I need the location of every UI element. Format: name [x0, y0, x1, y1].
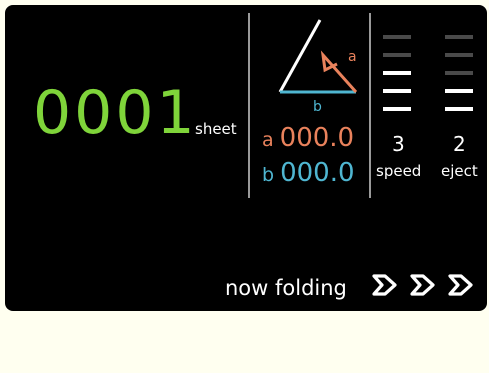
eject-label: eject — [441, 162, 478, 180]
eject-level-meter — [445, 35, 473, 123]
speed-level-bar — [383, 71, 411, 75]
fold-arrow-icon — [410, 274, 435, 296]
fold-arrow-icon — [372, 274, 397, 296]
speed-level-bar — [383, 35, 411, 39]
speed-level-bar — [383, 53, 411, 57]
measurement-b-tag: b — [262, 164, 275, 186]
divider-left — [248, 13, 250, 198]
measurement-b-value: 000.0 — [280, 158, 355, 188]
speed-value: 3 — [392, 132, 405, 156]
triangle-label-a: a — [348, 49, 357, 65]
speed-level-bar — [383, 89, 411, 93]
speed-level-meter — [383, 35, 411, 123]
speed-label: speed — [376, 162, 422, 180]
eject-level-bar — [445, 89, 473, 93]
eject-value: 2 — [453, 132, 466, 156]
measurement-a: a 000.0 — [262, 125, 354, 151]
measurement-a-value: 000.0 — [279, 123, 355, 153]
divider-right — [369, 13, 371, 198]
sheet-counter-unit: sheet — [195, 120, 237, 138]
fold-arrow-icon — [448, 274, 473, 296]
eject-level-bar — [445, 107, 473, 111]
folder-status-panel: 0001 sheet a b a 000.0 b 000.0 3 speed 2 e… — [5, 5, 487, 311]
measurement-b: b 000.0 — [262, 160, 355, 186]
speed-level-bar — [383, 107, 411, 111]
eject-level-bar — [445, 53, 473, 57]
sheet-counter: 0001 — [33, 78, 198, 148]
eject-level-bar — [445, 35, 473, 39]
eject-level-bar — [445, 71, 473, 75]
triangle-label-b: b — [313, 99, 322, 115]
status-text: now folding — [225, 276, 347, 300]
measurement-a-tag: a — [262, 129, 274, 151]
